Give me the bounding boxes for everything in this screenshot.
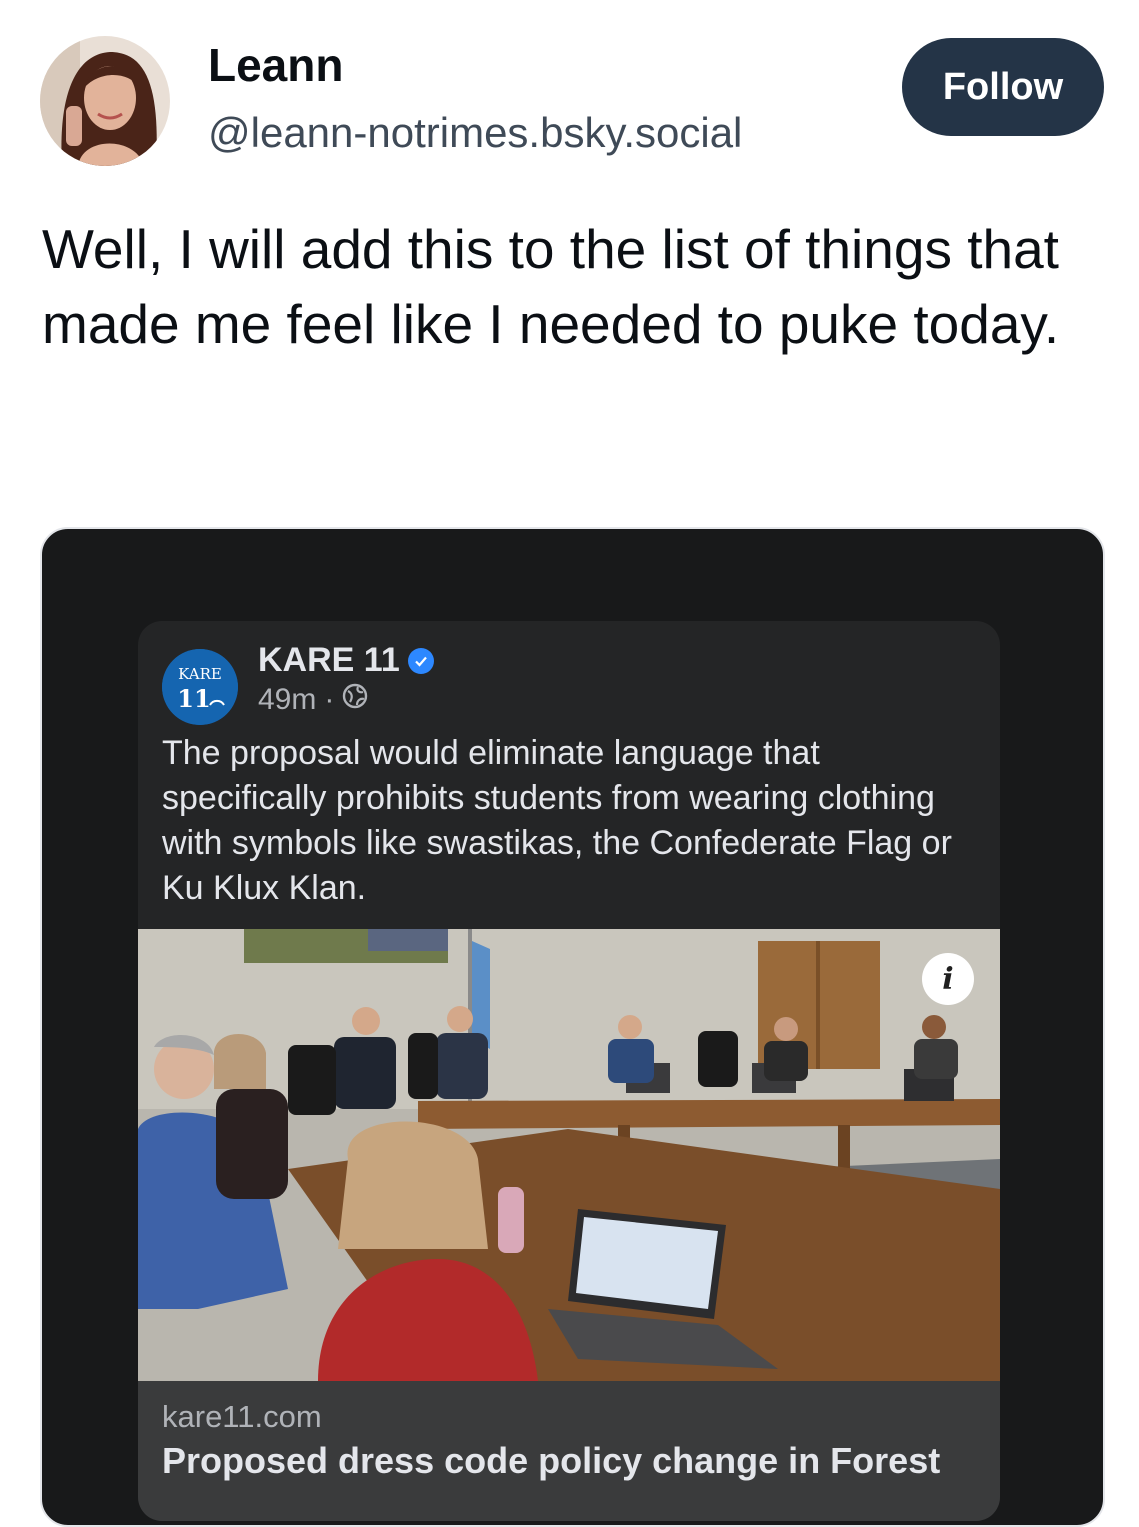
- meeting-photo[interactable]: i: [138, 929, 1000, 1381]
- page-name-row[interactable]: KARE 11: [258, 641, 434, 680]
- post-meta: 49m ·: [258, 683, 368, 717]
- link-domain: kare11.com: [162, 1399, 322, 1434]
- globe-icon: [342, 683, 368, 717]
- link-headline[interactable]: Proposed dress code policy change in For…: [162, 1439, 982, 1483]
- post-caption: The proposal would eliminate language th…: [162, 734, 952, 907]
- logo-number: 11: [177, 684, 210, 713]
- page-name[interactable]: KARE 11: [258, 641, 400, 680]
- verified-badge-icon: [407, 647, 434, 674]
- logo-text: KARE: [178, 665, 222, 683]
- author-handle[interactable]: @leann-notrimes.bsky.social: [208, 109, 742, 156]
- link-preview[interactable]: kare11.com Proposed dress code policy ch…: [138, 1381, 1000, 1521]
- follow-button[interactable]: Follow: [902, 38, 1104, 136]
- post-time[interactable]: 49m: [258, 683, 316, 717]
- post-text: Well, I will add this to the list of thi…: [42, 218, 1060, 355]
- avatar[interactable]: [40, 36, 170, 166]
- author-display-name[interactable]: Leann: [208, 40, 343, 91]
- info-icon[interactable]: i: [922, 953, 974, 1005]
- shared-post-card: KARE 11 KARE 11 49m · The proposal would…: [138, 621, 1000, 1521]
- kare11-logo: KARE 11: [162, 649, 238, 725]
- embedded-image[interactable]: KARE 11 KARE 11 49m · The proposal would…: [40, 527, 1105, 1527]
- meta-separator: ·: [324, 683, 335, 716]
